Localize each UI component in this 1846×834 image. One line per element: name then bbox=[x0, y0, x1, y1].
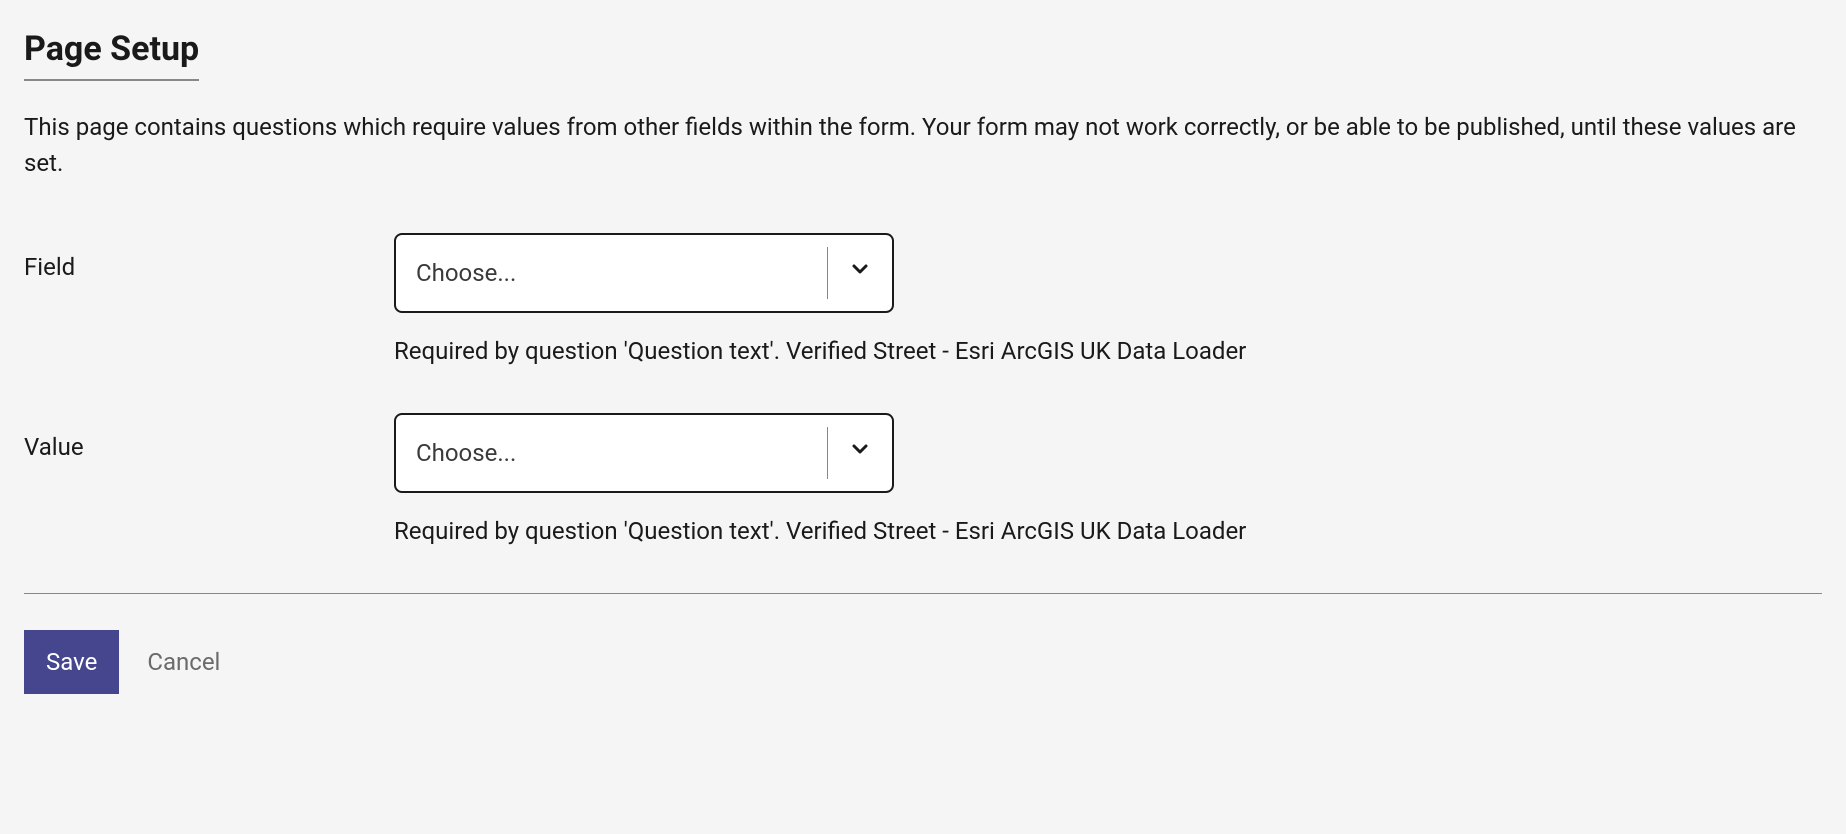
cancel-button[interactable]: Cancel bbox=[147, 648, 220, 676]
page-description: This page contains questions which requi… bbox=[24, 109, 1804, 181]
form-row-field: Field Choose... Required by question 'Qu… bbox=[24, 233, 1822, 369]
field-select-placeholder: Choose... bbox=[416, 255, 516, 291]
field-label: Field bbox=[24, 233, 394, 285]
value-label: Value bbox=[24, 413, 394, 465]
divider bbox=[24, 593, 1822, 594]
value-select[interactable]: Choose... bbox=[394, 413, 894, 493]
save-button[interactable]: Save bbox=[24, 630, 119, 694]
chevron-down-icon bbox=[848, 255, 872, 291]
value-help-text: Required by question 'Question text'. Ve… bbox=[394, 513, 1822, 549]
button-row: Save Cancel bbox=[24, 630, 1822, 694]
chevron-down-icon bbox=[848, 435, 872, 471]
select-divider bbox=[827, 247, 828, 299]
form-row-value: Value Choose... Required by question 'Qu… bbox=[24, 413, 1822, 549]
field-help-text: Required by question 'Question text'. Ve… bbox=[394, 333, 1822, 369]
page-title: Page Setup bbox=[24, 24, 199, 81]
value-select-placeholder: Choose... bbox=[416, 435, 516, 471]
field-select[interactable]: Choose... bbox=[394, 233, 894, 313]
select-divider bbox=[827, 427, 828, 479]
